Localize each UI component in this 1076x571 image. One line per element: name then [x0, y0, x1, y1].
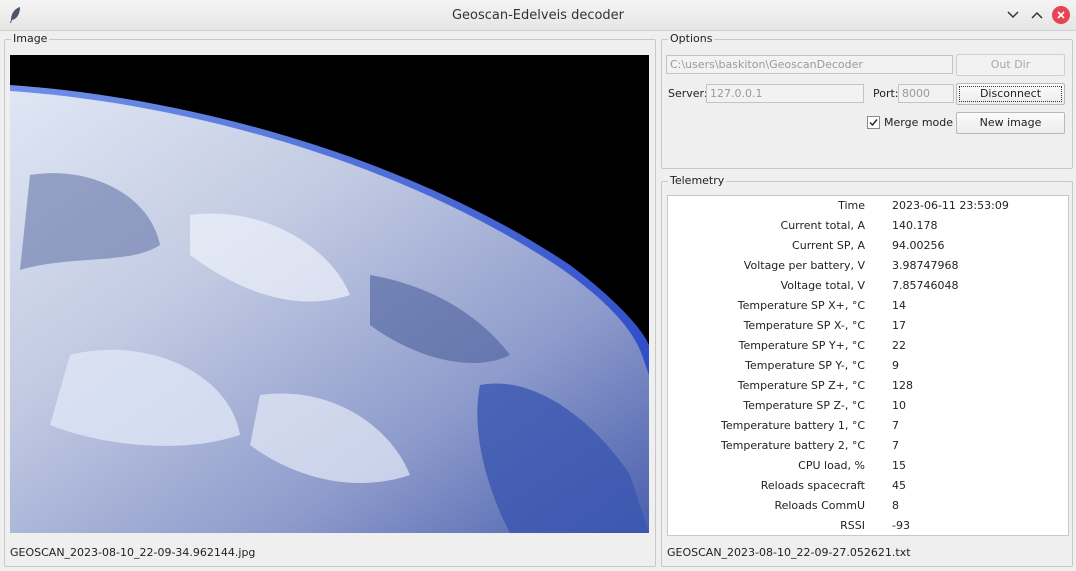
- telemetry-value: 22: [892, 339, 906, 352]
- options-group-label: Options: [668, 32, 715, 45]
- image-group-label: Image: [11, 32, 50, 45]
- telemetry-row: Temperature SP Z+, °C 128: [668, 376, 1068, 396]
- telemetry-row: Current total, A 140.178: [668, 216, 1068, 236]
- telemetry-value: 7.85746048: [892, 279, 959, 292]
- telemetry-value: 2023-06-11 23:53:09: [892, 199, 1009, 212]
- telemetry-key: Temperature battery 2, °C: [721, 439, 865, 452]
- telemetry-key: CPU load, %: [798, 459, 865, 472]
- telemetry-key: Temperature battery 1, °C: [721, 419, 865, 432]
- server-label: Server:: [668, 87, 708, 100]
- merge-mode-label: Merge mode: [884, 116, 954, 129]
- telemetry-value: 10: [892, 399, 906, 412]
- maximize-button[interactable]: [1028, 6, 1046, 24]
- disconnect-button[interactable]: Disconnect: [956, 83, 1065, 105]
- telemetry-key: Temperature SP X+, °C: [737, 299, 865, 312]
- telemetry-group-label: Telemetry: [668, 174, 727, 187]
- telemetry-value: -93: [892, 519, 910, 532]
- image-filename: GEOSCAN_2023-08-10_22-09-34.962144.jpg: [10, 546, 256, 559]
- telemetry-row: Temperature battery 1, °C 7: [668, 416, 1068, 436]
- telemetry-row: Voltage per battery, V 3.98747968: [668, 256, 1068, 276]
- telemetry-row: Voltage total, V 7.85746048: [668, 276, 1068, 296]
- telemetry-value: 17: [892, 319, 906, 332]
- telemetry-value: 15: [892, 459, 906, 472]
- telemetry-filename: GEOSCAN_2023-08-10_22-09-27.052621.txt: [667, 546, 911, 559]
- close-button[interactable]: [1052, 6, 1070, 24]
- telemetry-key: RSSI: [840, 519, 865, 532]
- checkmark-icon: [869, 119, 878, 127]
- decoded-image: [10, 55, 649, 533]
- telemetry-key: Voltage total, V: [780, 279, 865, 292]
- telemetry-value: 14: [892, 299, 906, 312]
- telemetry-row: CPU load, % 15: [668, 456, 1068, 476]
- telemetry-key: Temperature SP Y+, °C: [738, 339, 865, 352]
- telemetry-row: Reloads CommU 8: [668, 496, 1068, 516]
- telemetry-key: Reloads spacecraft: [760, 479, 865, 492]
- telemetry-key: Temperature SP Y-, °C: [745, 359, 865, 372]
- out-dir-field[interactable]: C:\users\baskiton\GeoscanDecoder: [666, 55, 953, 74]
- telemetry-key: Voltage per battery, V: [743, 259, 865, 272]
- telemetry-value: 45: [892, 479, 906, 492]
- telemetry-row: Temperature SP Y+, °C 22: [668, 336, 1068, 356]
- chevron-up-icon: [1031, 11, 1043, 19]
- telemetry-row: Temperature SP X+, °C 14: [668, 296, 1068, 316]
- image-group: Image GEOSCAN_2023-08-10_22-09-34.962144…: [4, 32, 656, 567]
- port-label: Port:: [873, 87, 899, 100]
- new-image-button[interactable]: New image: [956, 112, 1065, 134]
- telemetry-value: 7: [892, 419, 899, 432]
- telemetry-table: Time 2023-06-11 23:53:09 Current total, A…: [667, 195, 1069, 536]
- telemetry-value: 3.98747968: [892, 259, 959, 272]
- close-icon: [1057, 11, 1065, 19]
- telemetry-group: Telemetry Time 2023-06-11 23:53:09 Curren…: [661, 174, 1073, 567]
- telemetry-row: Reloads spacecraft 45: [668, 476, 1068, 496]
- minimize-button[interactable]: [1004, 6, 1022, 24]
- telemetry-row: Temperature SP Y-, °C 9: [668, 356, 1068, 376]
- telemetry-key: Current total, A: [780, 219, 865, 232]
- earth-image: [10, 55, 649, 533]
- out-dir-button[interactable]: Out Dir: [956, 54, 1065, 76]
- telemetry-key: Temperature SP Z+, °C: [737, 379, 865, 392]
- telemetry-key: Current SP, A: [792, 239, 865, 252]
- port-field[interactable]: 8000: [898, 84, 954, 103]
- telemetry-row: RSSI -93: [668, 516, 1068, 535]
- telemetry-value: 94.00256: [892, 239, 945, 252]
- telemetry-key: Temperature SP X-, °C: [743, 319, 865, 332]
- telemetry-key: Reloads CommU: [774, 499, 865, 512]
- focus-ring: [959, 86, 1062, 102]
- chevron-down-icon: [1007, 11, 1019, 19]
- title-bar: Geoscan-Edelveis decoder: [0, 0, 1076, 31]
- telemetry-value: 7: [892, 439, 899, 452]
- telemetry-row: Temperature SP Z-, °C 10: [668, 396, 1068, 416]
- telemetry-key: Temperature SP Z-, °C: [743, 399, 865, 412]
- telemetry-row: Temperature SP X-, °C 17: [668, 316, 1068, 336]
- telemetry-value: 128: [892, 379, 913, 392]
- telemetry-value: 140.178: [892, 219, 938, 232]
- telemetry-key: Time: [838, 199, 865, 212]
- telemetry-value: 9: [892, 359, 899, 372]
- telemetry-value: 8: [892, 499, 899, 512]
- telemetry-row: Time 2023-06-11 23:53:09: [668, 196, 1068, 216]
- merge-mode-checkbox[interactable]: [867, 116, 880, 129]
- telemetry-row: Current SP, A 94.00256: [668, 236, 1068, 256]
- options-group: Options C:\users\baskiton\GeoscanDecoder…: [661, 32, 1073, 169]
- server-field[interactable]: 127.0.0.1: [706, 84, 864, 103]
- telemetry-row: Temperature battery 2, °C 7: [668, 436, 1068, 456]
- window-title: Geoscan-Edelveis decoder: [451, 8, 625, 23]
